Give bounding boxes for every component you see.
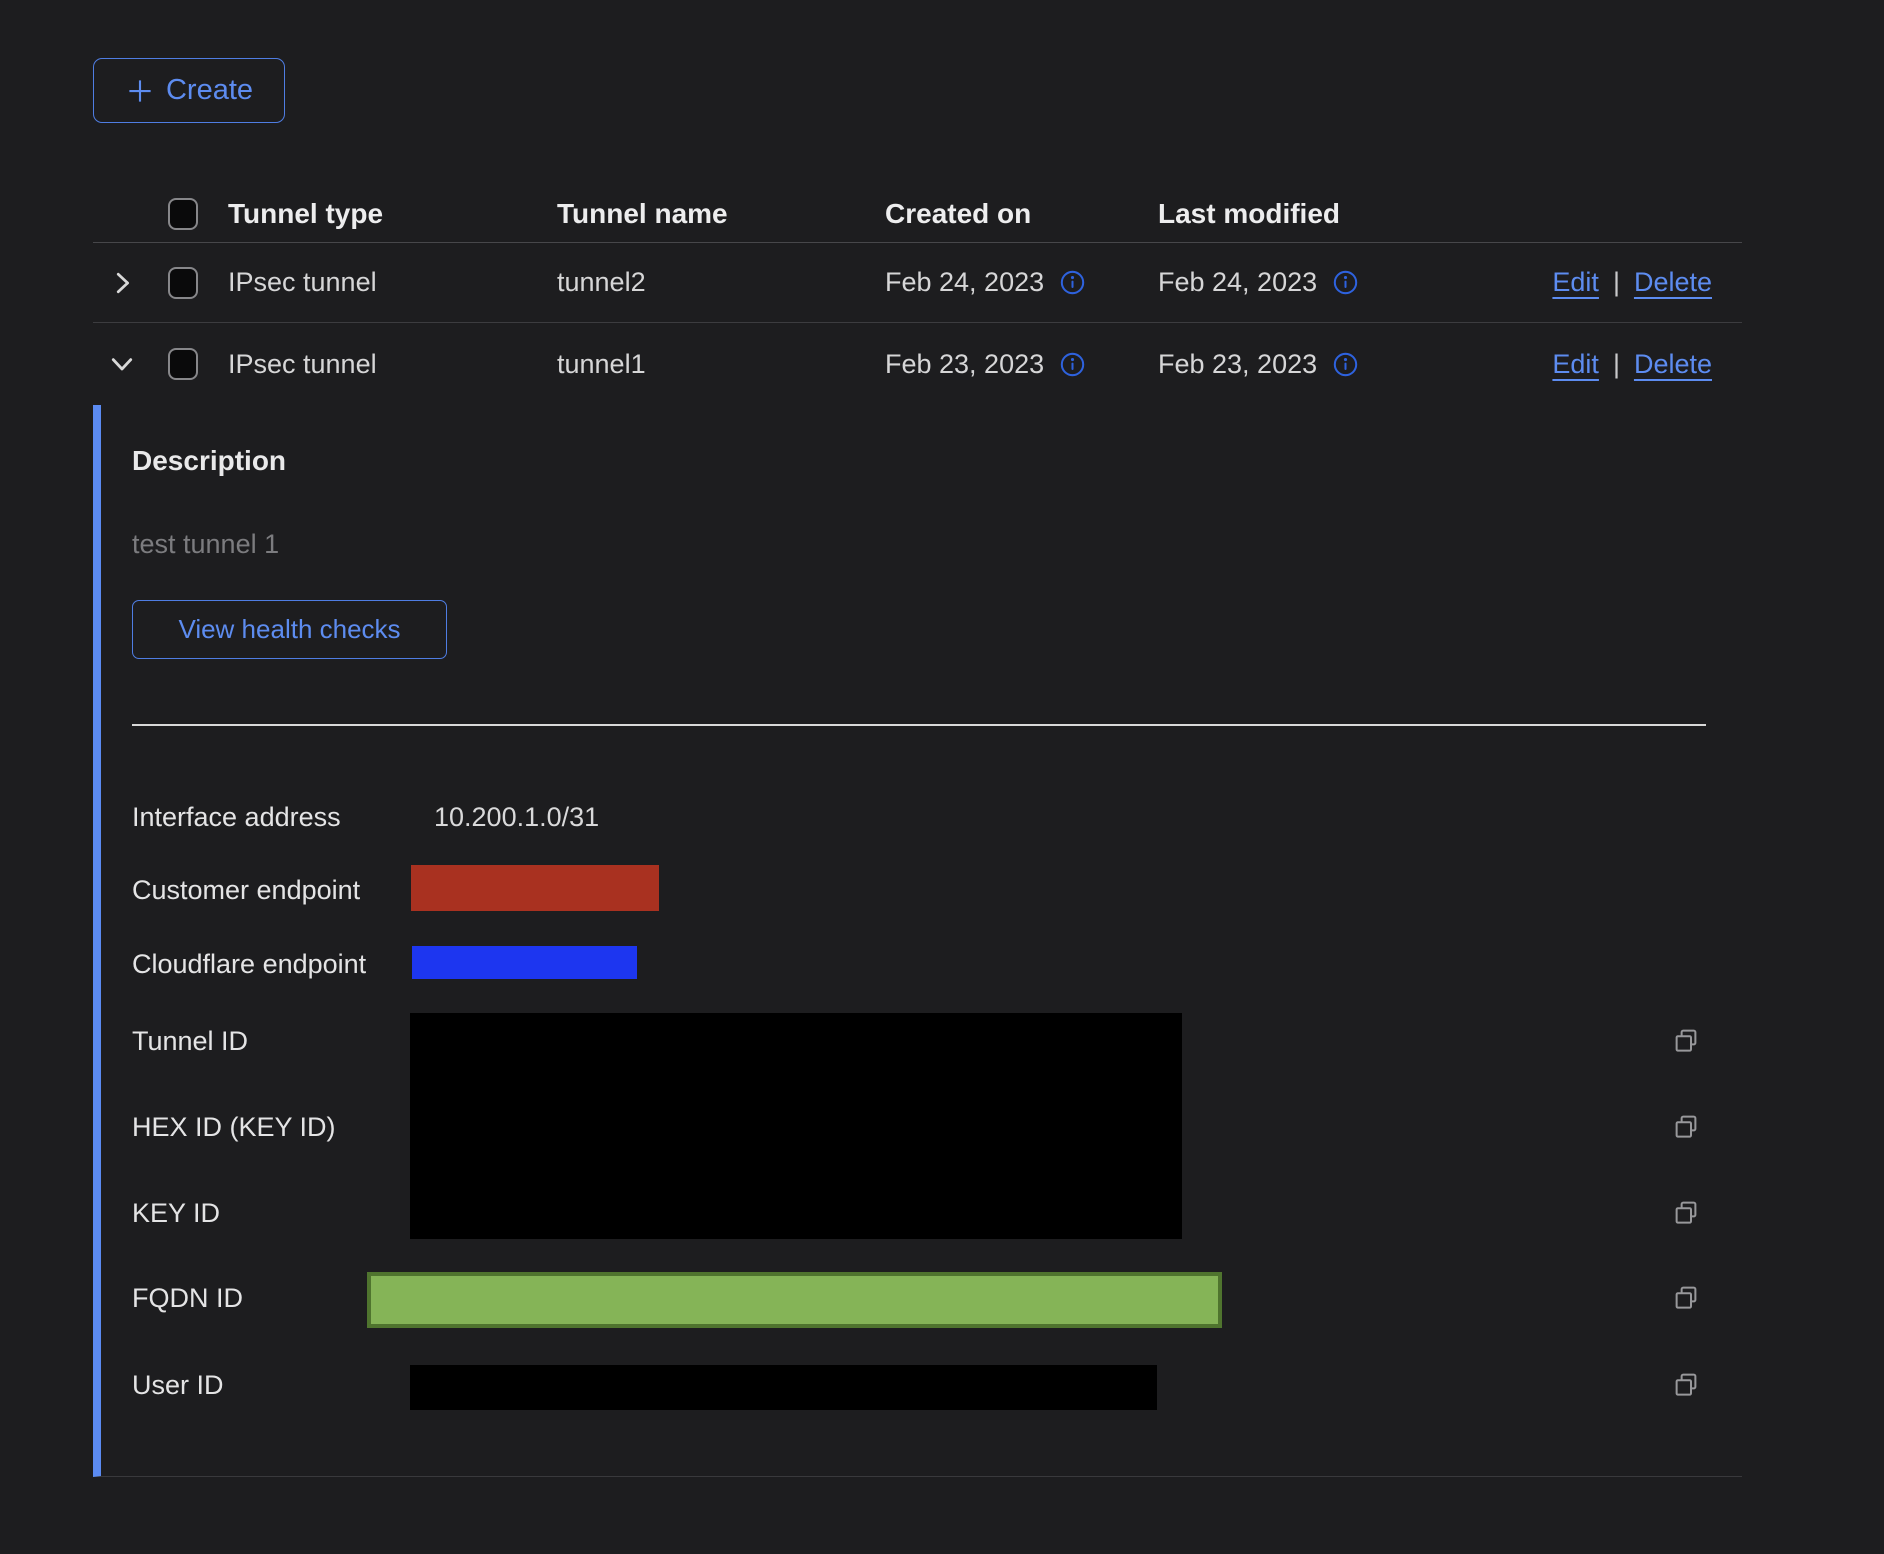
header-tunnel-name: Tunnel name bbox=[557, 198, 885, 230]
tunnel-type-value: IPsec tunnel bbox=[215, 267, 557, 298]
info-icon[interactable] bbox=[1059, 269, 1086, 296]
table-row: IPsec tunnel tunnel2 Feb 24, 2023 Feb 24… bbox=[93, 243, 1742, 323]
copy-icon[interactable] bbox=[1671, 1111, 1701, 1141]
fqdn-id-label: FQDN ID bbox=[132, 1283, 243, 1314]
table-row: IPsec tunnel tunnel1 Feb 23, 2023 Feb 23… bbox=[93, 323, 1742, 405]
header-last-modified: Last modified bbox=[1158, 198, 1498, 230]
tunnel-name-value: tunnel2 bbox=[557, 267, 885, 298]
copy-icon[interactable] bbox=[1671, 1282, 1701, 1312]
edit-link[interactable]: Edit bbox=[1552, 349, 1599, 380]
table-header: Tunnel type Tunnel name Created on Last … bbox=[93, 185, 1742, 243]
fqdn-id-redacted-value bbox=[367, 1272, 1222, 1328]
customer-endpoint-label: Customer endpoint bbox=[132, 875, 360, 906]
created-on-value: Feb 23, 2023 bbox=[885, 349, 1044, 380]
header-tunnel-type: Tunnel type bbox=[215, 198, 557, 230]
hex-id-label: HEX ID (KEY ID) bbox=[132, 1112, 336, 1143]
select-all-checkbox[interactable] bbox=[168, 198, 198, 230]
key-id-label: KEY ID bbox=[132, 1198, 220, 1229]
user-id-redacted-value bbox=[410, 1365, 1157, 1410]
view-health-checks-button[interactable]: View health checks bbox=[132, 600, 447, 659]
description-value: test tunnel 1 bbox=[132, 529, 279, 560]
create-button-label: Create bbox=[166, 74, 253, 107]
delete-link[interactable]: Delete bbox=[1634, 267, 1712, 298]
tunnel-detail-panel: Description test tunnel 1 View health ch… bbox=[93, 405, 1742, 1477]
copy-icon[interactable] bbox=[1671, 1025, 1701, 1055]
interface-address-label: Interface address bbox=[132, 802, 341, 833]
create-button[interactable]: Create bbox=[93, 58, 285, 123]
edit-link[interactable]: Edit bbox=[1552, 267, 1599, 298]
tunnel-id-label: Tunnel ID bbox=[132, 1026, 248, 1057]
cloudflare-endpoint-redacted-value bbox=[412, 946, 637, 979]
cloudflare-endpoint-label: Cloudflare endpoint bbox=[132, 949, 366, 980]
row-checkbox[interactable] bbox=[168, 267, 198, 299]
delete-link[interactable]: Delete bbox=[1634, 349, 1712, 380]
view-health-checks-label: View health checks bbox=[178, 614, 400, 645]
collapse-chevron-down-icon[interactable] bbox=[107, 349, 137, 379]
customer-endpoint-redacted-value bbox=[411, 865, 659, 911]
plus-icon bbox=[125, 76, 155, 106]
interface-address-value: 10.200.1.0/31 bbox=[434, 802, 599, 833]
info-icon[interactable] bbox=[1332, 269, 1359, 296]
last-modified-value: Feb 23, 2023 bbox=[1158, 349, 1317, 380]
info-icon[interactable] bbox=[1059, 351, 1086, 378]
copy-icon[interactable] bbox=[1671, 1369, 1701, 1399]
ids-redacted-values bbox=[410, 1013, 1182, 1239]
row-checkbox[interactable] bbox=[168, 348, 198, 380]
header-created-on: Created on bbox=[885, 198, 1158, 230]
info-icon[interactable] bbox=[1332, 351, 1359, 378]
created-on-value: Feb 24, 2023 bbox=[885, 267, 1044, 298]
last-modified-value: Feb 24, 2023 bbox=[1158, 267, 1317, 298]
tunnel-type-value: IPsec tunnel bbox=[215, 349, 557, 380]
description-label: Description bbox=[132, 445, 286, 477]
action-separator: | bbox=[1613, 267, 1620, 298]
expand-chevron-right-icon[interactable] bbox=[107, 268, 137, 298]
tunnel-name-value: tunnel1 bbox=[557, 349, 885, 380]
user-id-label: User ID bbox=[132, 1370, 224, 1401]
action-separator: | bbox=[1613, 349, 1620, 380]
copy-icon[interactable] bbox=[1671, 1197, 1701, 1227]
panel-divider bbox=[132, 724, 1706, 726]
